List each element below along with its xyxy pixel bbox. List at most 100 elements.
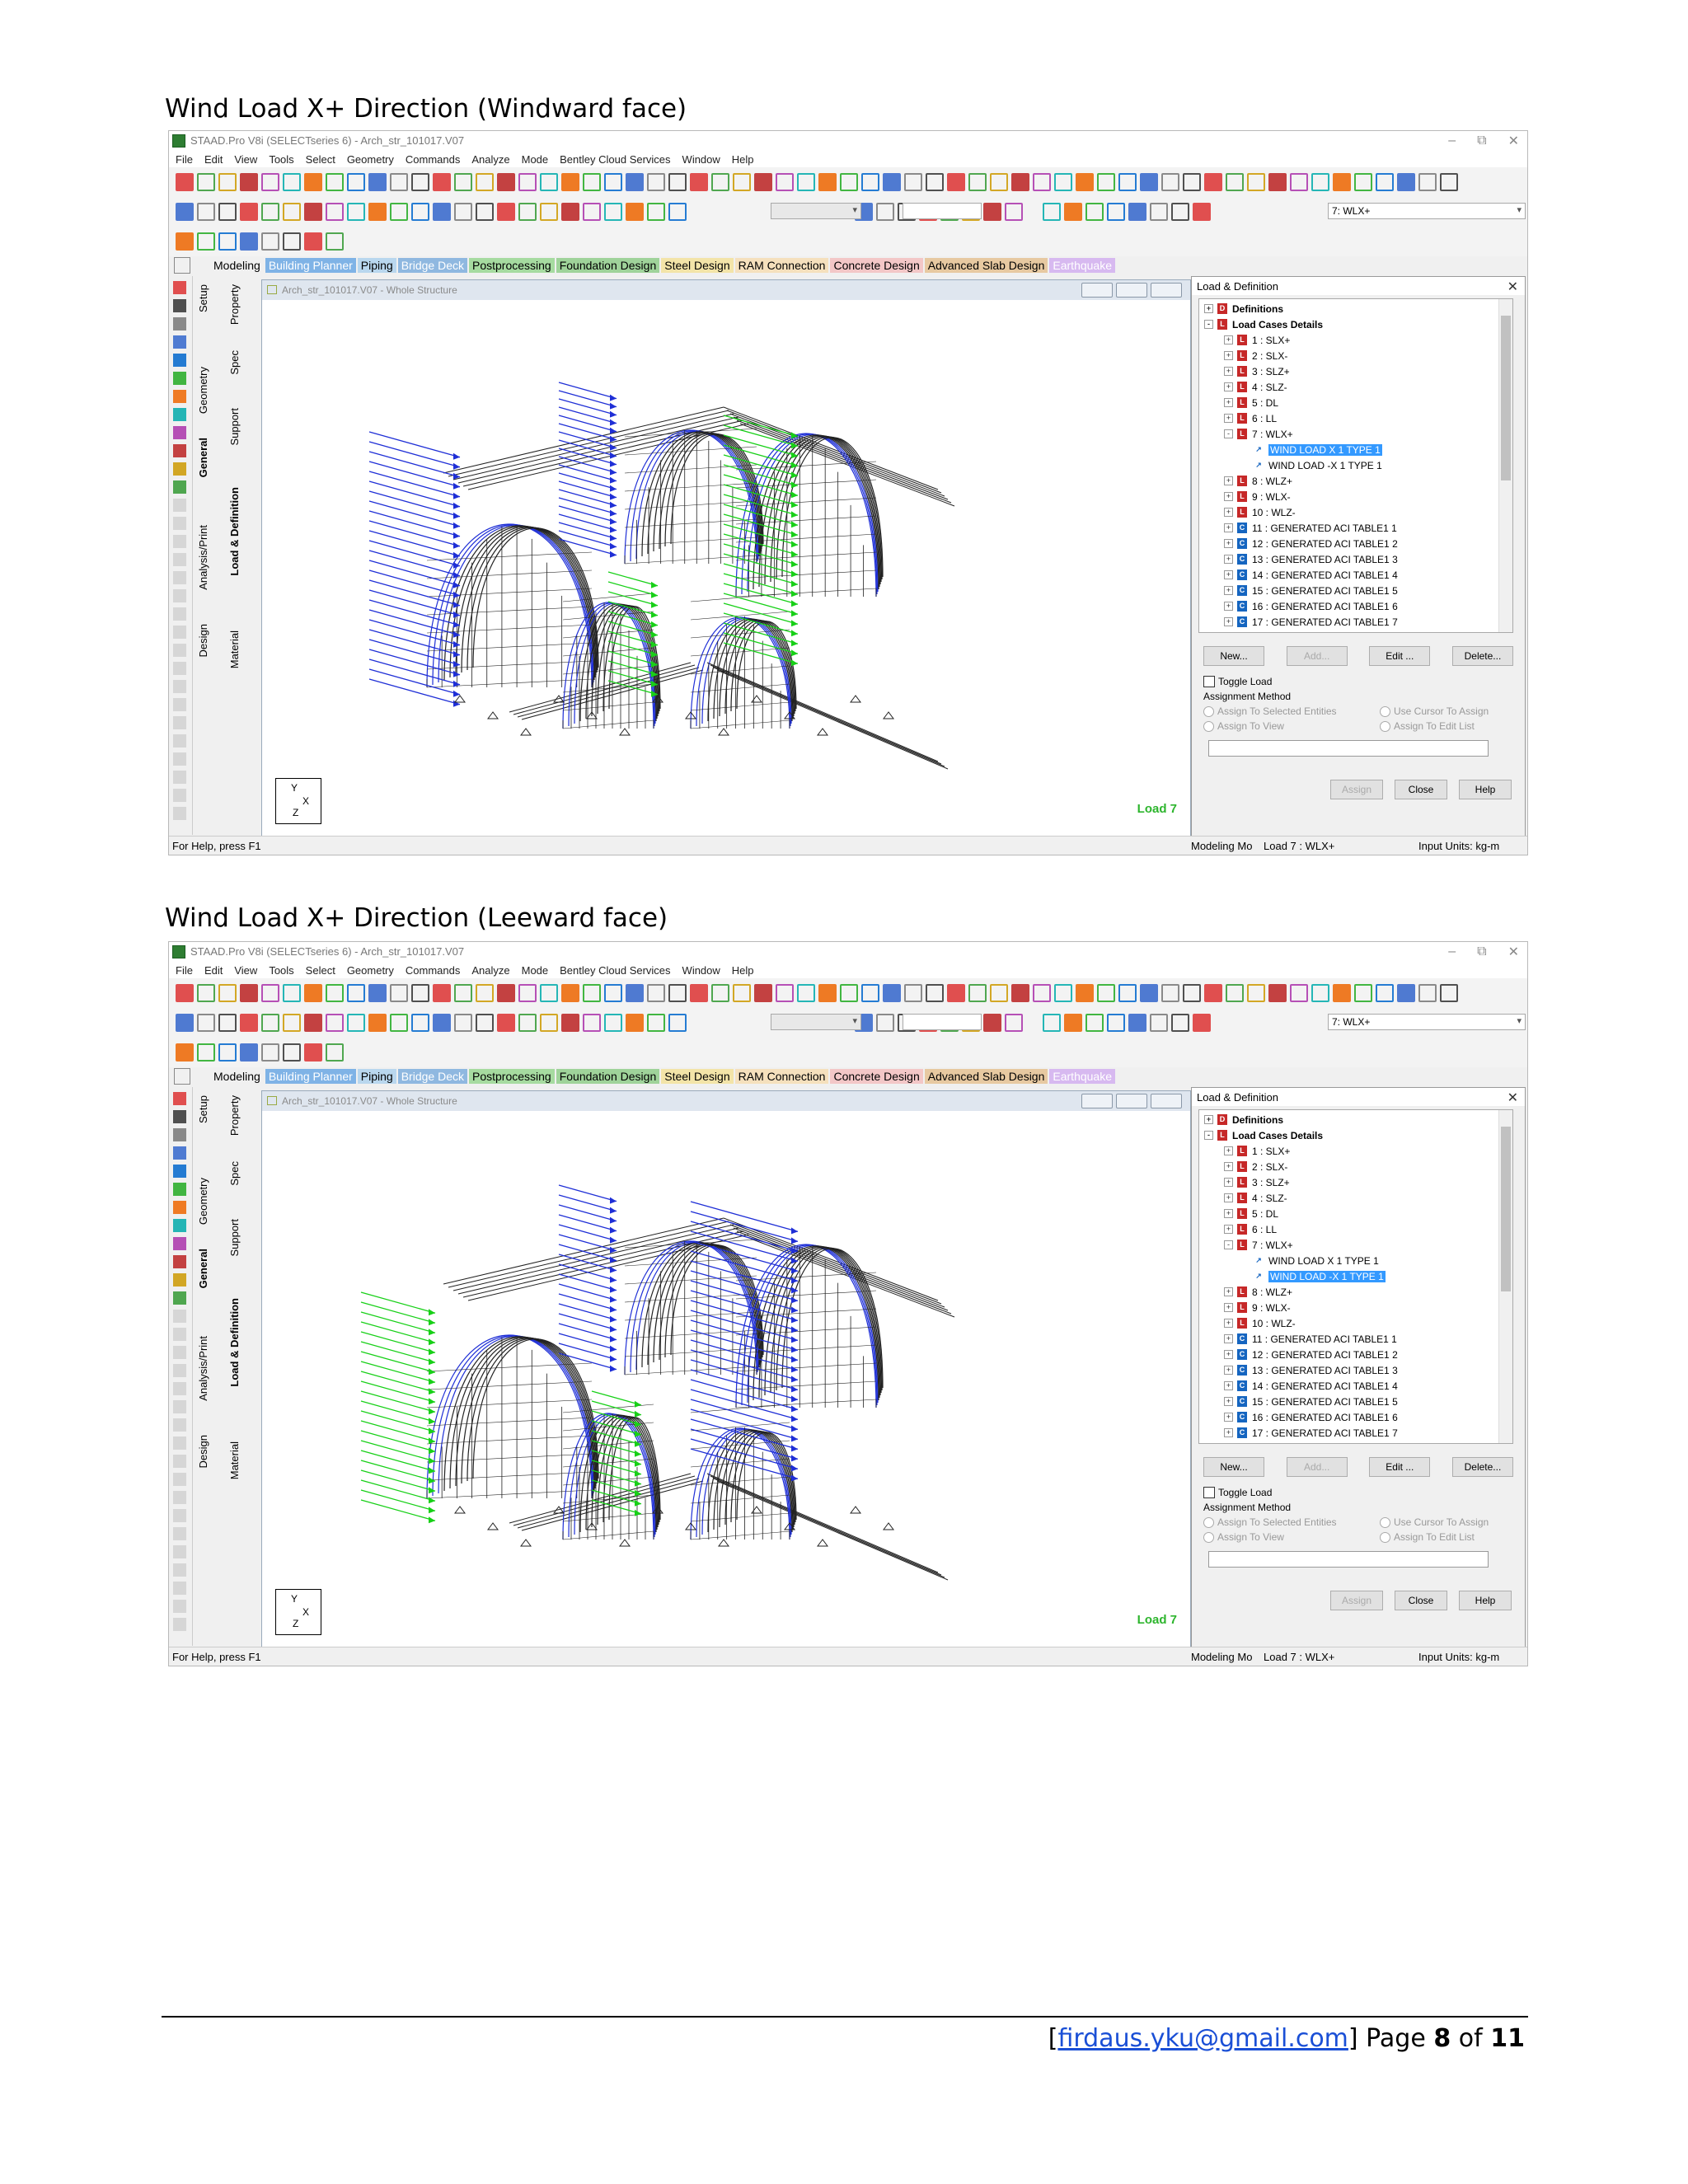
toolbar-button-icon[interactable] xyxy=(368,1014,387,1032)
toolbar-button-icon[interactable] xyxy=(1193,203,1211,221)
expand-icon[interactable]: + xyxy=(1224,1146,1233,1155)
radio-icon[interactable] xyxy=(1203,1516,1214,1528)
toolbar-button-icon[interactable] xyxy=(647,203,665,221)
side-tool-icon[interactable] xyxy=(173,1128,186,1141)
toolbar-button-icon[interactable] xyxy=(326,1014,344,1032)
expand-icon[interactable]: + xyxy=(1224,1334,1233,1343)
menu-commands[interactable]: Commands xyxy=(406,153,460,166)
radio-view[interactable]: Assign To View xyxy=(1203,720,1284,732)
side-tool-icon[interactable] xyxy=(173,1183,186,1196)
toggle-load-checkbox[interactable]: Toggle Load xyxy=(1203,676,1272,687)
tree-node[interactable]: + C 11 : GENERATED ACI TABLE1 1 xyxy=(1224,1331,1397,1347)
side-tool-icon[interactable] xyxy=(173,1237,186,1250)
tree-node[interactable]: + L 9 : WLX- xyxy=(1224,489,1291,504)
tree-node[interactable]: + L 5 : DL xyxy=(1224,395,1278,410)
side-tool-icon[interactable] xyxy=(173,499,186,512)
tab-advanced-slab-design[interactable]: Advanced Slab Design xyxy=(924,1069,1048,1084)
toolbar-button-icon[interactable] xyxy=(518,984,537,1002)
side-tool-icon[interactable] xyxy=(173,1382,186,1395)
side-tool-icon[interactable] xyxy=(173,408,186,421)
toolbar-button-icon[interactable] xyxy=(840,984,858,1002)
toolbar-button-icon[interactable] xyxy=(304,173,322,191)
toolbar-button-icon[interactable] xyxy=(176,232,194,251)
toolbar-button-icon[interactable] xyxy=(968,984,987,1002)
toolbar-button-icon[interactable] xyxy=(433,203,451,221)
restore-icon[interactable] xyxy=(1116,1094,1147,1108)
toolbar-button-icon[interactable] xyxy=(1085,1014,1104,1032)
toolbar-button-icon[interactable] xyxy=(433,173,451,191)
toolbar-button-icon[interactable] xyxy=(904,984,922,1002)
side-tool-icon[interactable] xyxy=(173,644,186,657)
minimize-icon[interactable]: – xyxy=(1448,944,1456,959)
toolbar-button-icon[interactable] xyxy=(583,1014,601,1032)
cursor-icon[interactable] xyxy=(174,257,190,274)
tree-node[interactable]: + C 17 : GENERATED ACI TABLE1 7 xyxy=(1224,1425,1398,1441)
vtab-design[interactable]: Design xyxy=(197,624,209,657)
tree-node[interactable]: + L 6 : LL xyxy=(1224,410,1277,426)
side-tool-icon[interactable] xyxy=(173,426,186,439)
toolbar-button-icon[interactable] xyxy=(1118,173,1137,191)
side-tool-icon[interactable] xyxy=(173,1110,186,1123)
tree-node[interactable]: + C 14 : GENERATED ACI TABLE1 4 xyxy=(1224,1378,1398,1394)
expand-icon[interactable]: + xyxy=(1224,1178,1233,1187)
tab-bridge-deck[interactable]: Bridge Deck xyxy=(397,258,467,273)
toolbar-button-icon[interactable] xyxy=(1290,984,1308,1002)
vtab-load-definition[interactable]: Load & Definition xyxy=(228,487,241,576)
numeric-input[interactable] xyxy=(903,1014,982,1030)
toolbar-button-icon[interactable] xyxy=(197,232,215,251)
toolbar-button-icon[interactable] xyxy=(668,1014,687,1032)
tree-node[interactable]: -L 7 : WLX+ xyxy=(1224,1237,1293,1253)
toolbar-button-icon[interactable] xyxy=(176,203,194,221)
toolbar-button-icon[interactable] xyxy=(476,173,494,191)
toolbar-button-icon[interactable] xyxy=(240,1043,258,1062)
toolbar-button-icon[interactable] xyxy=(983,203,1001,221)
toolbar-button-icon[interactable] xyxy=(197,984,215,1002)
close-button[interactable]: Close xyxy=(1395,780,1447,799)
expand-icon[interactable]: + xyxy=(1204,304,1213,313)
toolbar-button-icon[interactable] xyxy=(983,1014,1001,1032)
toolbar-button-icon[interactable] xyxy=(1054,173,1072,191)
expand-icon[interactable]: + xyxy=(1224,351,1233,360)
toolbar-button-icon[interactable] xyxy=(1005,203,1023,221)
vtab-material[interactable]: Material xyxy=(228,630,241,668)
vtab-setup[interactable]: Setup xyxy=(197,1095,209,1123)
side-tool-icon[interactable] xyxy=(173,517,186,530)
toolbar-button-icon[interactable] xyxy=(1097,984,1115,1002)
toolbar-button-icon[interactable] xyxy=(647,984,665,1002)
toolbar-button-icon[interactable] xyxy=(626,203,644,221)
expand-icon[interactable]: + xyxy=(1224,367,1233,376)
menu-bentley-cloud-services[interactable]: Bentley Cloud Services xyxy=(560,964,670,977)
side-tool-icon[interactable] xyxy=(173,1201,186,1214)
toolbar-button-icon[interactable] xyxy=(304,1014,322,1032)
toolbar-button-icon[interactable] xyxy=(1171,1014,1189,1032)
toolbar-button-icon[interactable] xyxy=(1376,173,1394,191)
toolbar-button-icon[interactable] xyxy=(876,203,894,221)
side-tool-icon[interactable] xyxy=(173,1618,186,1631)
cursor-icon[interactable] xyxy=(174,1068,190,1085)
toolbar-button-icon[interactable] xyxy=(1418,173,1437,191)
scroll-thumb[interactable] xyxy=(1501,316,1511,480)
side-tool-icon[interactable] xyxy=(173,390,186,403)
toolbar-button-icon[interactable] xyxy=(304,232,322,251)
load-case-select[interactable]: 7: WLX+ ▾ xyxy=(1328,1014,1526,1030)
toolbar-button-icon[interactable] xyxy=(561,1014,579,1032)
tree-node[interactable]: + L 9 : WLX- xyxy=(1224,1300,1291,1315)
3d-viewport[interactable]: Y X Z Load 7 xyxy=(262,300,1190,836)
vtab-design[interactable]: Design xyxy=(197,1435,209,1468)
scroll-thumb[interactable] xyxy=(1501,1127,1511,1291)
menu-analyze[interactable]: Analyze xyxy=(471,964,509,977)
toolbar-button-icon[interactable] xyxy=(218,1014,237,1032)
toolbar-button-icon[interactable] xyxy=(261,1014,279,1032)
radio-icon[interactable] xyxy=(1380,1516,1390,1528)
toolbar-button-icon[interactable] xyxy=(218,173,237,191)
tree-node[interactable]: + C 13 : GENERATED ACI TABLE1 3 xyxy=(1224,551,1398,567)
toolbar-button-icon[interactable] xyxy=(283,232,301,251)
toolbar-button-icon[interactable] xyxy=(1043,1014,1061,1032)
side-tool-icon[interactable] xyxy=(173,589,186,602)
toolbar-button-icon[interactable] xyxy=(1107,203,1125,221)
tree-node[interactable]: + L 8 : WLZ+ xyxy=(1224,1284,1292,1300)
toolbar-button-icon[interactable] xyxy=(1354,984,1372,1002)
vtab-general[interactable]: General xyxy=(197,1249,209,1288)
toolbar-button-icon[interactable] xyxy=(540,1014,558,1032)
toolbar-button-icon[interactable] xyxy=(1354,173,1372,191)
